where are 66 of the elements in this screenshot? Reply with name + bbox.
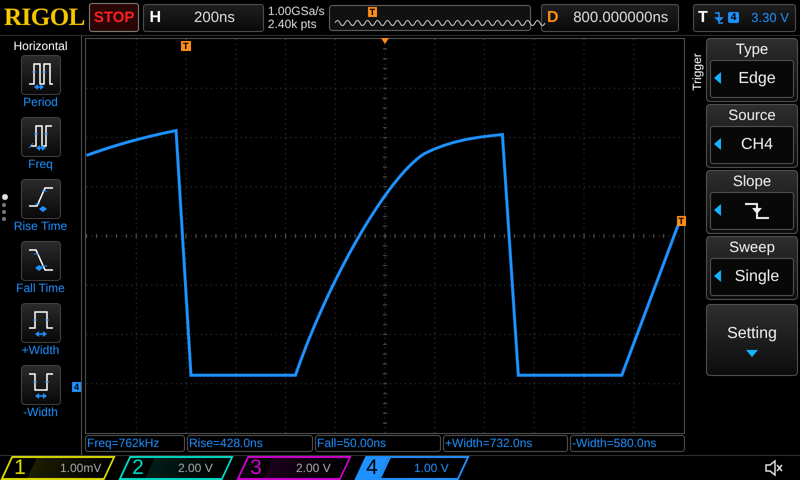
left-caret-icon bbox=[714, 270, 721, 282]
memory-depth: 2.40k pts bbox=[268, 18, 318, 30]
delay-value: 800.000000ns bbox=[572, 9, 670, 26]
trigger-source-badge: 4 bbox=[728, 12, 740, 23]
measure-label: Period bbox=[23, 95, 58, 111]
falling-edge-icon bbox=[714, 10, 724, 24]
channel-number: 1 bbox=[13, 456, 27, 480]
option-title: Slope bbox=[732, 172, 772, 192]
trigger-level-marker: T bbox=[676, 216, 686, 226]
channel-number: 4 bbox=[365, 456, 379, 480]
timebase-panel[interactable]: H 200ns bbox=[143, 4, 264, 32]
measurement-readout: -Width=580.0ns bbox=[570, 435, 685, 452]
measure-label: +Width bbox=[22, 343, 60, 359]
period-measure-button[interactable] bbox=[20, 55, 60, 95]
measure-label: Freq bbox=[28, 157, 53, 173]
measure-label: Fall Time bbox=[16, 281, 65, 297]
nwidth-measure-button[interactable] bbox=[20, 365, 60, 405]
option-title: Source bbox=[728, 106, 776, 126]
rise-measure-button[interactable] bbox=[20, 179, 60, 219]
channel-tab[interactable]: 3 2.00 V bbox=[236, 456, 352, 480]
trigger-position-marker: T bbox=[181, 41, 190, 51]
menu-title: Trigger bbox=[690, 53, 704, 91]
trigger-label: T bbox=[696, 8, 709, 26]
measure-label: Rise Time bbox=[14, 219, 68, 235]
menu-option-button[interactable]: Sweep Single bbox=[706, 236, 798, 300]
pwidth-measure-button[interactable] bbox=[20, 303, 60, 343]
measurement-readout: +Width=732.0ns bbox=[443, 435, 568, 452]
channel-number: 2 bbox=[131, 456, 145, 480]
mute-icon[interactable] bbox=[764, 459, 784, 477]
left-caret-icon bbox=[714, 138, 721, 150]
trigger-position-marker: T bbox=[368, 6, 378, 16]
menu-title: Horizontal bbox=[13, 38, 68, 55]
timebase-value: 200ns bbox=[193, 9, 236, 26]
option-title: Type bbox=[736, 40, 768, 60]
channel-tab[interactable]: 4 1.00 V bbox=[354, 456, 470, 480]
fall-measure-button[interactable] bbox=[20, 241, 60, 281]
channel-tab[interactable]: 1 1.00mV bbox=[0, 456, 116, 480]
option-title: Sweep bbox=[729, 238, 775, 258]
freq-measure-button[interactable] bbox=[20, 117, 60, 157]
delay-panel[interactable]: D 800.000000ns bbox=[541, 4, 679, 32]
channel-offset-marker: 4 bbox=[72, 382, 82, 392]
trigger-panel[interactable]: T 4 3.30 V bbox=[692, 4, 796, 32]
measurement-readout: Freq=762kHz bbox=[85, 435, 185, 452]
measurement-readout: Rise=428.0ns bbox=[187, 435, 313, 452]
delay-label: D bbox=[546, 8, 560, 26]
trigger-level: 3.30 V bbox=[751, 10, 789, 25]
setting-button[interactable]: Setting bbox=[706, 304, 798, 376]
channel-number: 3 bbox=[249, 456, 263, 480]
left-caret-icon bbox=[714, 204, 721, 216]
brand-logo: RIGOL bbox=[4, 4, 85, 32]
menu-option-button[interactable]: Source CH4 bbox=[706, 104, 798, 168]
down-caret-icon bbox=[746, 350, 758, 356]
center-marker-icon bbox=[381, 38, 389, 44]
falling-edge-icon bbox=[742, 200, 772, 222]
channel-tab[interactable]: 2 2.00 V bbox=[118, 456, 234, 480]
run-state-button[interactable]: STOP bbox=[88, 3, 140, 32]
measure-label: -Width bbox=[23, 405, 58, 421]
option-value: Single bbox=[734, 268, 780, 286]
timebase-label: H bbox=[148, 8, 162, 26]
measurement-readout: Fall=50.00ns bbox=[315, 435, 441, 452]
sample-rate: 1.00GSa/s bbox=[268, 4, 325, 18]
option-value: CH4 bbox=[740, 136, 774, 154]
left-caret-icon bbox=[714, 72, 721, 84]
menu-option-button[interactable]: Type Edge bbox=[706, 38, 798, 102]
option-value: Edge bbox=[737, 70, 777, 88]
menu-option-button[interactable]: Slope bbox=[706, 170, 798, 234]
